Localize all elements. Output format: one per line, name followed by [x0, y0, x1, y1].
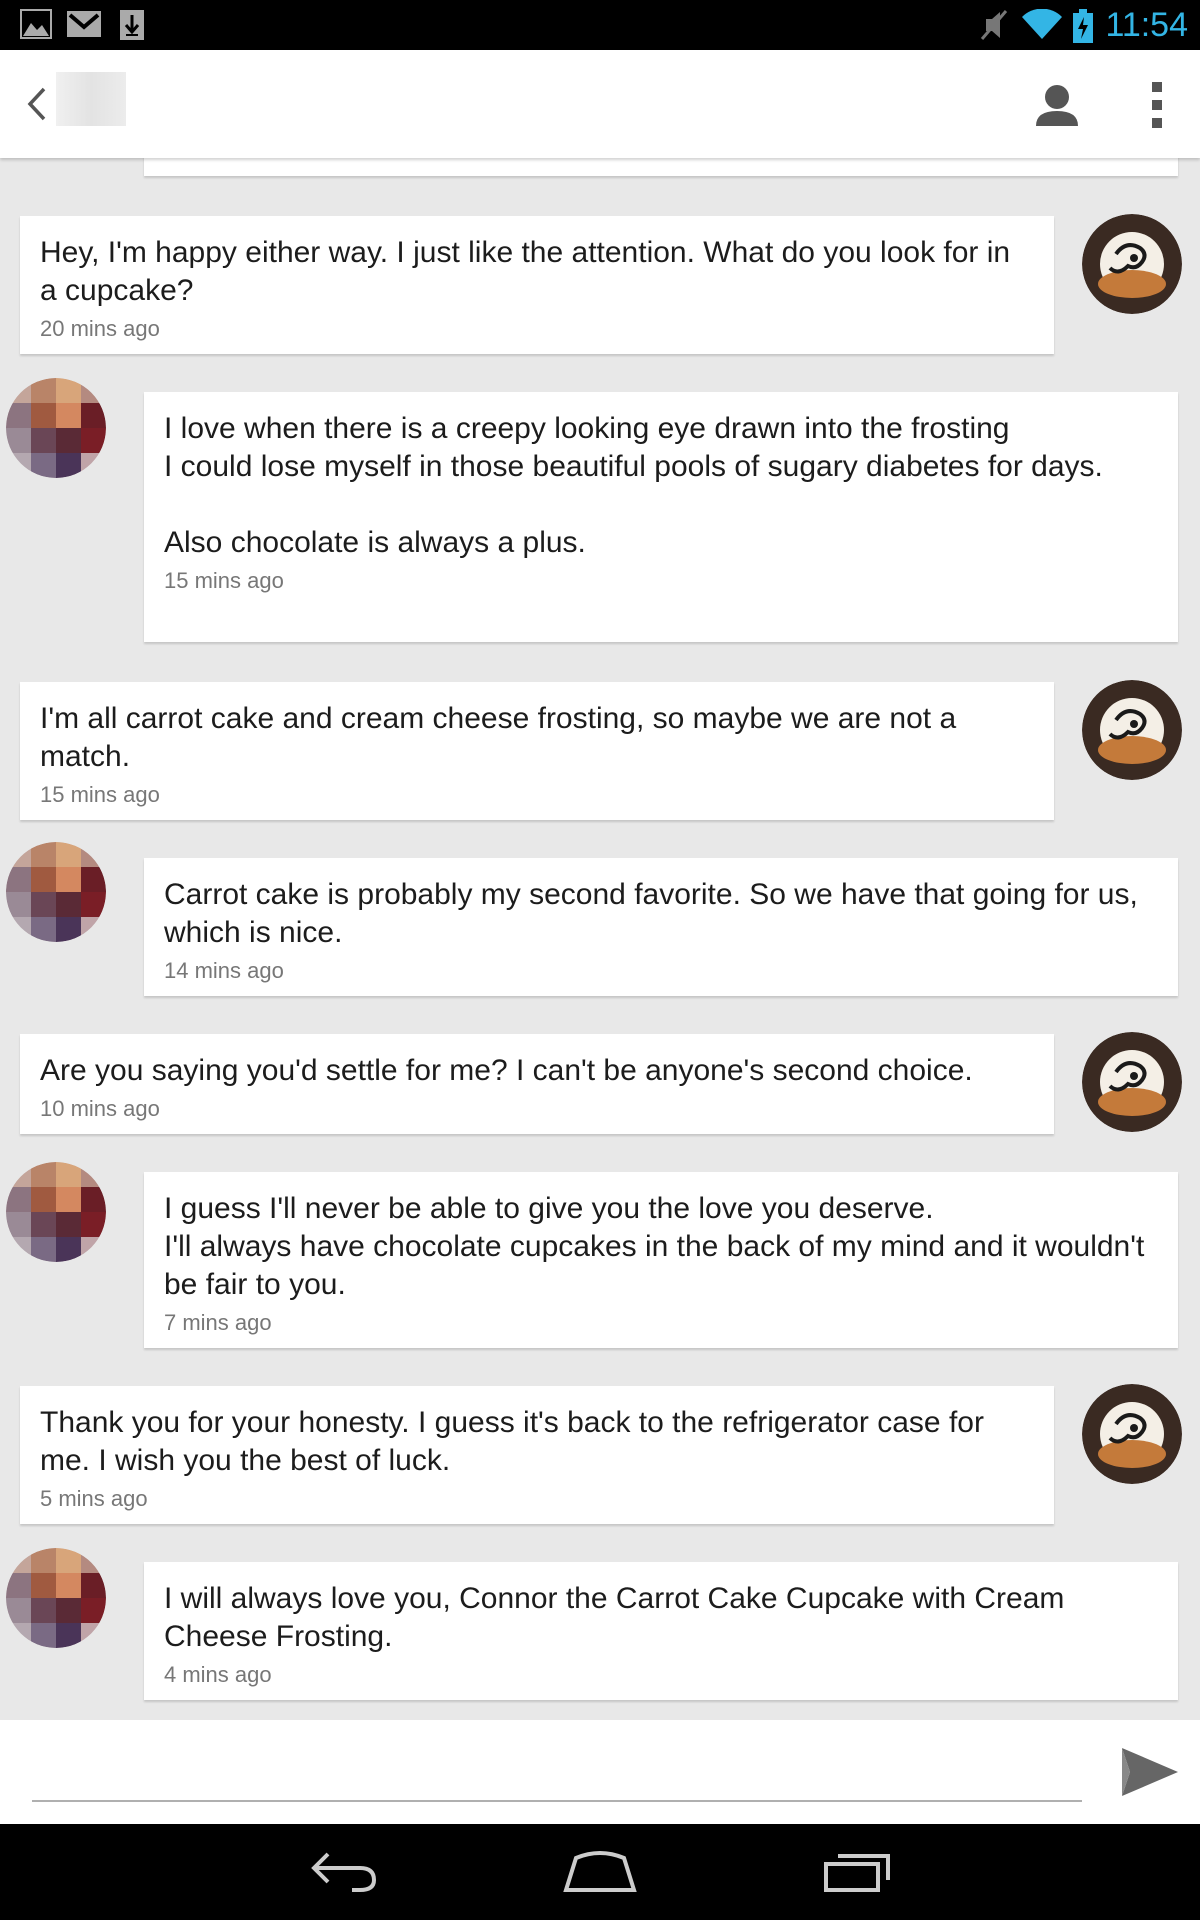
message-timestamp: 4 mins ago — [164, 1662, 272, 1687]
back-nav-icon[interactable] — [308, 1846, 380, 1896]
user-avatar-pixelated[interactable] — [6, 1162, 106, 1262]
person-icon[interactable] — [1032, 80, 1082, 130]
cupcake-face-icon — [1082, 680, 1182, 780]
message-text: I will always love you, Connor the Carro… — [164, 1582, 1065, 1653]
mute-icon — [980, 10, 1008, 40]
conversation-list[interactable]: Hey, I'm happy either way. I just like t… — [0, 158, 1200, 1720]
cupcake-face-icon — [1082, 1384, 1182, 1484]
chevron-left-icon[interactable] — [26, 86, 48, 122]
send-icon[interactable] — [1120, 1744, 1180, 1800]
system-nav-bar — [0, 1824, 1200, 1920]
message-timestamp: 10 mins ago — [40, 1096, 160, 1121]
message-text: Carrot cake is probably my second favori… — [164, 878, 1138, 949]
recents-nav-icon[interactable] — [822, 1846, 894, 1896]
message-bubble-incoming: I love when there is a creepy looking ey… — [144, 392, 1178, 642]
message-bubble-incoming: I guess I'll never be able to give you t… — [144, 1172, 1178, 1348]
contact-name-redacted — [56, 72, 126, 126]
user-avatar-pixelated[interactable] — [6, 1548, 106, 1648]
download-icon — [120, 10, 144, 40]
message-text: I'm all carrot cake and cream cheese fro… — [40, 702, 957, 773]
action-bar — [0, 50, 1200, 158]
cupcake-avatar[interactable] — [1082, 1032, 1182, 1132]
image-icon — [20, 9, 52, 39]
message-text: Thank you for your honesty. I guess it's… — [40, 1406, 984, 1477]
user-avatar-pixelated[interactable] — [6, 842, 106, 942]
message-text: Hey, I'm happy either way. I just like t… — [40, 236, 1011, 307]
message-timestamp: 20 mins ago — [40, 316, 160, 341]
message-bubble-outgoing: Are you saying you'd settle for me? I ca… — [20, 1034, 1054, 1134]
gmail-icon — [67, 11, 101, 37]
message-text: Are you saying you'd settle for me? I ca… — [40, 1054, 973, 1087]
message-timestamp: 15 mins ago — [40, 782, 160, 807]
clock: 11:54 — [1105, 6, 1188, 44]
message-bubble-incoming: I will always love you, Connor the Carro… — [144, 1562, 1178, 1700]
home-nav-icon[interactable] — [562, 1846, 638, 1896]
cupcake-face-icon — [1082, 214, 1182, 314]
cupcake-avatar[interactable] — [1082, 1384, 1182, 1484]
message-bubble-outgoing: Hey, I'm happy either way. I just like t… — [20, 216, 1054, 354]
message-bubble-partial — [144, 158, 1178, 176]
cupcake-avatar[interactable] — [1082, 214, 1182, 314]
message-composer — [0, 1720, 1200, 1824]
message-bubble-incoming: Carrot cake is probably my second favori… — [144, 858, 1178, 996]
battery-charging-icon — [1073, 9, 1093, 43]
cupcake-face-icon — [1082, 1032, 1182, 1132]
message-timestamp: 15 mins ago — [164, 568, 284, 593]
message-bubble-outgoing: Thank you for your honesty. I guess it's… — [20, 1386, 1054, 1524]
message-input[interactable] — [32, 1738, 1082, 1802]
message-timestamp: 14 mins ago — [164, 958, 284, 983]
message-timestamp: 7 mins ago — [164, 1310, 272, 1335]
message-bubble-outgoing: I'm all carrot cake and cream cheese fro… — [20, 682, 1054, 820]
overflow-menu-icon[interactable] — [1150, 80, 1164, 130]
message-text: I guess I'll never be able to give you t… — [164, 1192, 1145, 1301]
message-text: I love when there is a creepy looking ey… — [164, 412, 1103, 559]
status-bar: 11:54 — [0, 0, 1200, 50]
wifi-icon — [1022, 9, 1062, 39]
user-avatar-pixelated[interactable] — [6, 378, 106, 478]
cupcake-avatar[interactable] — [1082, 680, 1182, 780]
message-timestamp: 5 mins ago — [40, 1486, 148, 1511]
